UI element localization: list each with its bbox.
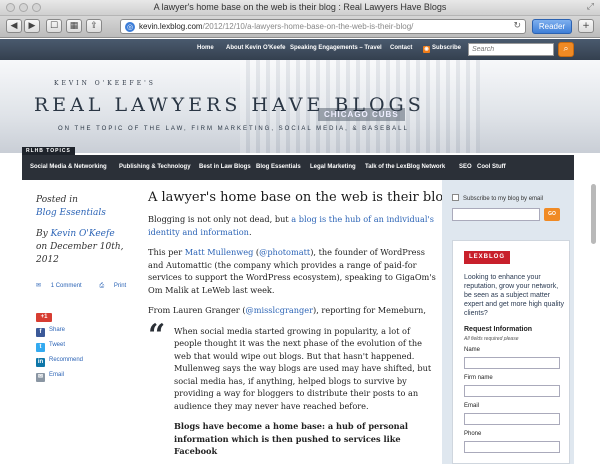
reader-button[interactable]: Reader	[532, 19, 572, 34]
close-window-icon[interactable]	[6, 3, 15, 12]
share-linkedin[interactable]: in Recommend	[36, 357, 116, 372]
quote-mark-icon: “	[148, 317, 166, 353]
plus-icon[interactable]: +	[578, 19, 594, 33]
topics-tab: RLHB TOPICS	[22, 147, 75, 155]
lexblog-pitch: Looking to enhance your reputation, grow…	[464, 274, 565, 317]
rss-icon: ◉	[423, 46, 430, 53]
post-date: on December 10th, 2012	[36, 242, 124, 265]
topics-bar: Social Media & Networking Publishing & T…	[22, 155, 574, 180]
topic-lexblog-network[interactable]: Talk of the LexBlog Network	[365, 164, 445, 170]
topic-social-media[interactable]: Social Media & Networking	[30, 164, 107, 170]
subscribe-go-button[interactable]: GO	[544, 208, 560, 221]
email-label: Email	[464, 403, 480, 409]
subscribe-checkbox[interactable]: Subscribe to my blog by email	[452, 194, 543, 202]
photomatt-link[interactable]: @photomatt	[259, 247, 310, 257]
topic-publishing[interactable]: Publishing & Technology	[119, 164, 191, 170]
article-paragraph-1: Blogging is not only not dead, but a blo…	[148, 214, 434, 237]
lexblog-panel: LEXBLOG Looking to enhance your reputati…	[452, 240, 570, 464]
blockquote: “ When social media started growing in p…	[148, 320, 438, 458]
category-link[interactable]: Blog Essentials	[36, 208, 106, 218]
address-url: kevin.lexblog.com/2012/12/10/a-lawyers-h…	[139, 22, 414, 31]
quote-text: When social media started growing in pop…	[174, 325, 432, 411]
post-actions: ✉ 1 Comment ⎙ Print	[36, 282, 142, 290]
twitter-icon: t	[36, 343, 45, 352]
author-link[interactable]: Kevin O'Keefe	[51, 229, 115, 239]
window-titlebar: A lawyer's home base on the web is their…	[0, 0, 600, 16]
topsites-icon[interactable]: ▦	[66, 19, 82, 33]
share-facebook[interactable]: f Share	[36, 327, 116, 342]
nav-subscribe[interactable]: ◉ Subscribe	[423, 45, 461, 53]
quote-bold-text: Blogs have become a home base: a hub of …	[174, 421, 409, 456]
nav-speaking[interactable]: Speaking Engagements – Travel	[290, 45, 382, 51]
misslcgranger-link[interactable]: @misslcgranger	[246, 305, 314, 315]
nav-home[interactable]: Home	[197, 45, 214, 51]
firm-label: Firm name	[464, 375, 493, 381]
post-meta: Posted in Blog Essentials By Kevin O'Kee…	[36, 194, 132, 275]
subscribe-email-input[interactable]	[452, 208, 540, 221]
article-paragraph-3: From Lauren Granger (@misslcgranger), re…	[148, 305, 426, 315]
facebook-icon: f	[36, 328, 45, 337]
share-icon[interactable]: ⇪	[86, 19, 102, 33]
content-area: Posted in Blog Essentials By Kevin O'Kee…	[22, 180, 574, 464]
topic-seo[interactable]: SEO	[459, 164, 472, 170]
search-icon[interactable]: ⌕	[558, 42, 574, 57]
mullenweg-link[interactable]: Matt Mullenweg	[185, 247, 254, 257]
nav-contact[interactable]: Contact	[390, 45, 412, 51]
phone-label: Phone	[464, 431, 482, 437]
globe-icon: ◎	[125, 22, 135, 32]
minimize-window-icon[interactable]	[19, 3, 28, 12]
firm-field[interactable]	[464, 385, 560, 397]
comment-link[interactable]: ✉ 1 Comment	[36, 283, 90, 289]
linkedin-icon: in	[36, 358, 45, 367]
site-nav: Home About Kevin O'Keefe Speaking Engage…	[0, 39, 600, 60]
comment-icon: ✉	[36, 283, 42, 289]
name-field[interactable]	[464, 357, 560, 369]
article: A lawyer's home base on the web is their…	[148, 190, 452, 464]
phone-field[interactable]	[464, 441, 560, 453]
window-title: A lawyer's home base on the web is their…	[153, 2, 447, 12]
google-plus-icon[interactable]: +1	[36, 313, 52, 322]
required-note: All fields required please	[464, 336, 519, 342]
topic-blog-essentials[interactable]: Blog Essentials	[256, 164, 301, 170]
site-title[interactable]: REAL LAWYERS HAVE BLOGS	[34, 94, 425, 116]
site-tagline: ON THE TOPIC OF THE LAW, FIRM MARKETING,…	[58, 126, 409, 132]
print-icon: ⎙	[99, 283, 105, 289]
fullscreen-icon[interactable]: ⤢	[587, 2, 594, 12]
sidebar-icon[interactable]: ☐	[46, 19, 62, 33]
topic-legal-marketing[interactable]: Legal Marketing	[310, 164, 356, 170]
lexblog-logo[interactable]: LEXBLOG	[464, 251, 510, 264]
reload-icon[interactable]: ↻	[513, 21, 521, 31]
share-buttons: +1 f Share t Tweet in Recommend ✉ Email	[36, 312, 116, 387]
topic-best-in-law[interactable]: Best in Law Blogs	[199, 164, 251, 170]
share-twitter[interactable]: t Tweet	[36, 342, 116, 357]
email-field[interactable]	[464, 413, 560, 425]
topic-cool-stuff[interactable]: Cool Stuff	[477, 164, 506, 170]
article-paragraph-2: This per Matt Mullenweg (@photomatt), th…	[148, 247, 436, 295]
article-title: A lawyer's home base on the web is their…	[148, 190, 452, 205]
sidebar: Subscribe to my blog by email GO LEXBLOG…	[442, 180, 574, 464]
nav-about[interactable]: About Kevin O'Keefe	[226, 45, 285, 51]
banner-top-line: KEVIN O'KEEFE'S	[54, 80, 156, 87]
request-info-title: Request Information	[464, 326, 533, 333]
share-email[interactable]: ✉ Email	[36, 372, 116, 387]
search-input[interactable]	[468, 43, 554, 56]
browser-toolbar: ◀ ▶ ☐ ▦ ⇪ ◎ kevin.lexblog.com/2012/12/10…	[0, 16, 600, 38]
site-banner: CHICAGO CUBS KEVIN O'KEEFE'S REAL LAWYER…	[0, 60, 600, 153]
checkbox-icon	[452, 194, 459, 201]
address-bar[interactable]: ◎ kevin.lexblog.com/2012/12/10/a-lawyers…	[120, 19, 526, 34]
scrollbar-thumb[interactable]	[591, 184, 596, 244]
posted-in-label: Posted in	[36, 195, 78, 205]
back-icon[interactable]: ◀	[6, 19, 22, 33]
print-link[interactable]: ⎙ Print	[99, 283, 134, 289]
zoom-window-icon[interactable]	[32, 3, 41, 12]
forward-icon[interactable]: ▶	[24, 19, 40, 33]
author-line: By Kevin O'Keefe	[36, 229, 115, 239]
name-label: Name	[464, 347, 481, 353]
email-icon: ✉	[36, 373, 45, 382]
